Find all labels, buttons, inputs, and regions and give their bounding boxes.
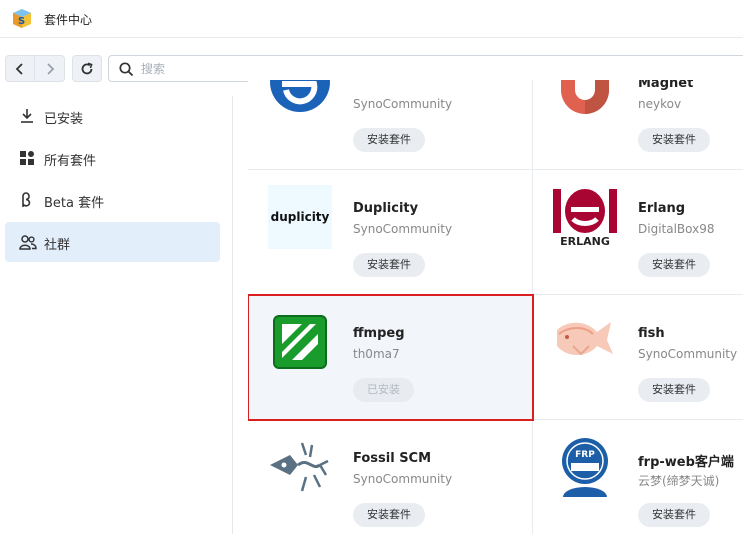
- package-author: neykov: [638, 97, 682, 111]
- sidebar-item-installed[interactable]: 已安装: [5, 96, 220, 136]
- package-author: SynoCommunity: [353, 472, 453, 486]
- sidebar-item-label: 所有套件: [44, 154, 97, 169]
- sidebar-item-label: 已安装: [44, 112, 84, 127]
- package-author: SynoCommunity: [353, 97, 453, 111]
- sidebar-item-label: 社群: [44, 238, 71, 253]
- search-box[interactable]: [108, 55, 743, 82]
- package-name: Erlang: [638, 201, 686, 216]
- frp-logo: FRP: [562, 438, 608, 497]
- fish-logo: [557, 322, 613, 356]
- package-author: SynoCommunity: [638, 347, 738, 361]
- magnet-icon: [561, 80, 609, 114]
- svg-text:S: S: [18, 16, 25, 27]
- package-author: 云梦(缔梦天诚): [638, 474, 720, 488]
- forward-button[interactable]: [35, 55, 65, 82]
- chevron-left-icon: [15, 62, 23, 75]
- package-card[interactable]: duplicity Duplicity SynoCommunity 安装套件: [248, 170, 533, 295]
- refresh-icon: [81, 61, 93, 74]
- package-card[interactable]: Fossil SCM SynoCommunity 安装套件: [248, 420, 533, 534]
- install-button[interactable]: 安装套件: [353, 128, 425, 152]
- grid-icon: [20, 151, 34, 165]
- package-name: Magnet: [638, 80, 694, 91]
- search-input[interactable]: [141, 59, 701, 79]
- fossil-logo: [270, 442, 329, 492]
- title-bar: S 套件中心: [0, 0, 743, 38]
- package-name: Fossil SCM: [353, 451, 432, 466]
- frp-logo-text: FRP: [575, 450, 595, 460]
- package-author: SynoCommunity: [353, 222, 453, 236]
- package-grid: SynoCommunity 安装套件 Magnet neykov 安装套件 du…: [248, 80, 743, 534]
- download-icon: [21, 109, 33, 123]
- community-icon: [19, 235, 37, 250]
- sidebar-item-community[interactable]: 社群: [5, 222, 220, 262]
- back-button[interactable]: [5, 55, 35, 82]
- package-card[interactable]: fish SynoCommunity 安装套件: [533, 295, 743, 420]
- package-name: Duplicity: [353, 201, 419, 216]
- duplicity-logo-text: duplicity: [270, 210, 330, 224]
- package-card-selected[interactable]: ffmpeg th0ma7 已安装: [248, 294, 534, 421]
- sidebar: 已安装 所有套件 Beta 套件 社群: [0, 96, 232, 534]
- sidebar-item-beta[interactable]: Beta 套件: [5, 180, 220, 220]
- install-button[interactable]: 安装套件: [353, 503, 425, 527]
- install-button[interactable]: 安装套件: [638, 128, 710, 152]
- package-card[interactable]: FRP frp-web客户端 云梦(缔梦天诚) 安装套件: [533, 420, 743, 534]
- package-logo-icon: [270, 80, 330, 112]
- package-card[interactable]: ERLANG Erlang DigitalBox98 安装套件: [533, 170, 743, 295]
- search-icon: [119, 62, 134, 77]
- package-card[interactable]: Magnet neykov 安装套件: [533, 80, 743, 170]
- install-button[interactable]: 安装套件: [638, 253, 710, 277]
- install-button[interactable]: 安装套件: [638, 378, 710, 402]
- sidebar-item-label: Beta 套件: [44, 196, 105, 211]
- installed-button: 已安装: [353, 378, 414, 402]
- package-author: DigitalBox98: [638, 222, 715, 236]
- erlang-logo-text: ERLANG: [560, 235, 610, 248]
- beta-icon: [22, 192, 31, 207]
- erlang-logo: ERLANG: [553, 189, 617, 248]
- refresh-button[interactable]: [72, 55, 102, 82]
- package-center-icon: S: [13, 9, 31, 28]
- package-name: ffmpeg: [353, 326, 405, 341]
- duplicity-logo: duplicity: [268, 185, 332, 249]
- install-button[interactable]: 安装套件: [353, 253, 425, 277]
- sidebar-divider: [232, 96, 233, 534]
- install-button[interactable]: 安装套件: [638, 503, 710, 527]
- window-title: 套件中心: [44, 13, 93, 27]
- sidebar-item-all-packages[interactable]: 所有套件: [5, 138, 220, 178]
- ffmpeg-logo: [273, 315, 327, 369]
- package-name: frp-web客户端: [638, 455, 734, 470]
- chevron-right-icon: [46, 62, 54, 75]
- package-card[interactable]: SynoCommunity 安装套件: [248, 80, 533, 170]
- package-name: fish: [638, 326, 665, 341]
- package-author: th0ma7: [353, 347, 400, 361]
